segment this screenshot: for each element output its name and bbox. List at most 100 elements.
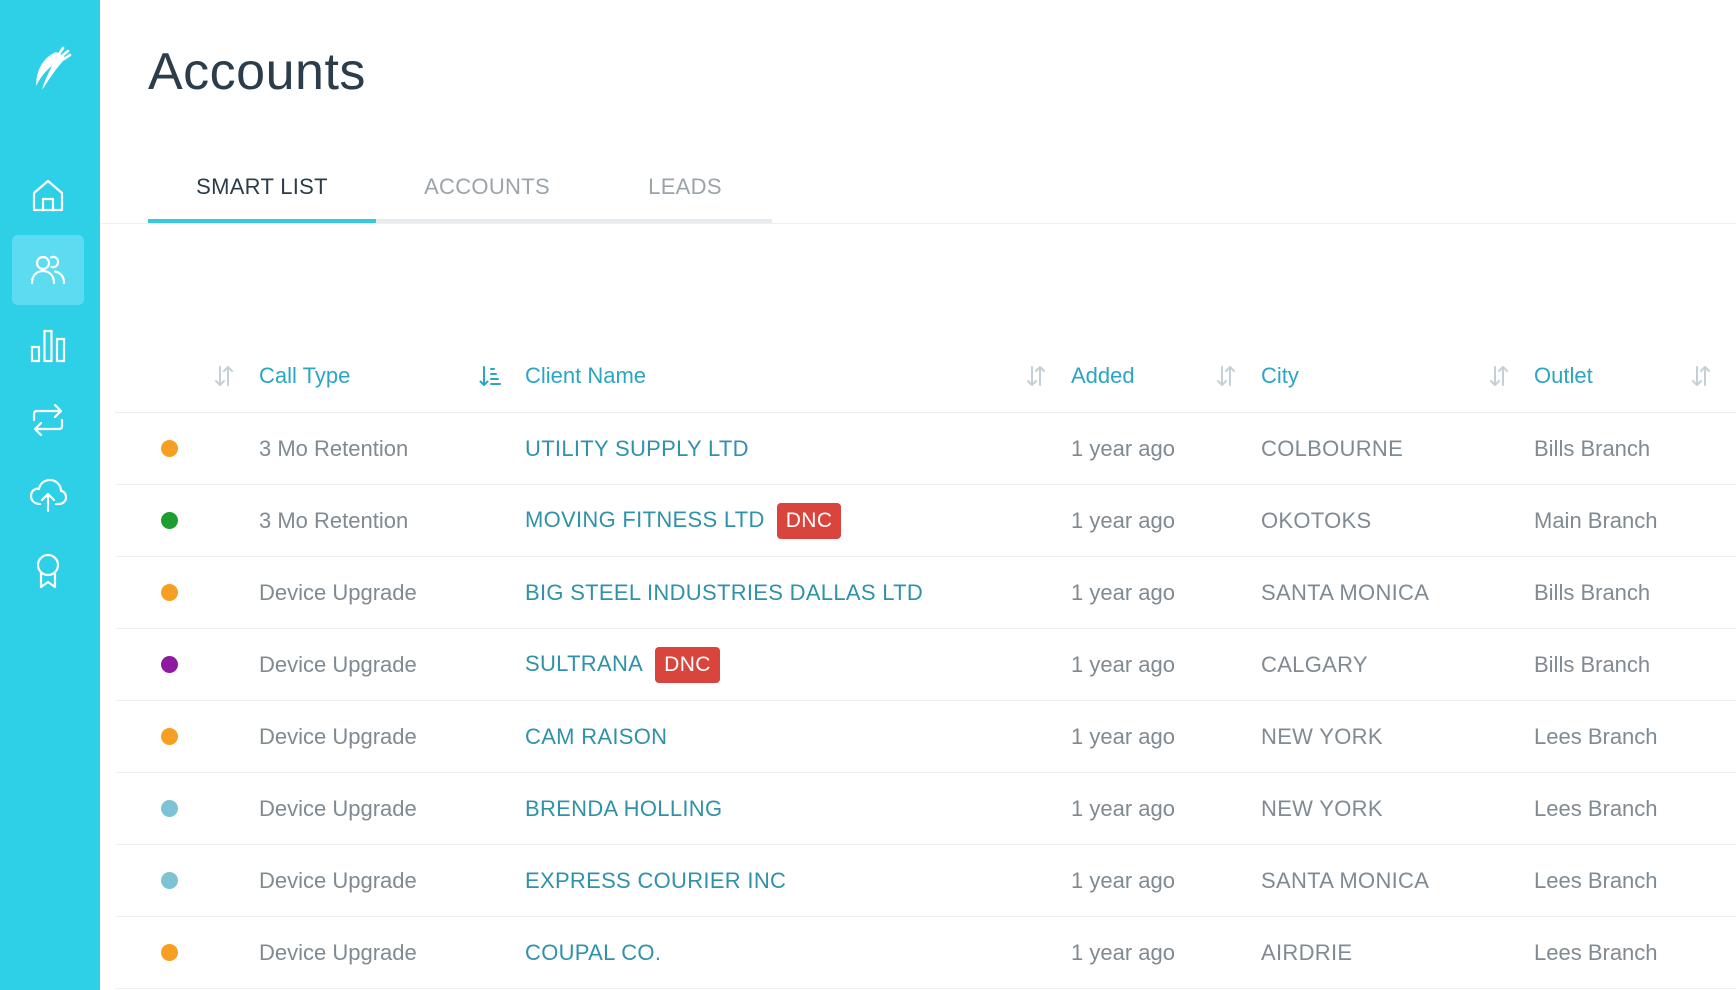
client-name-link[interactable]: BIG STEEL INDUSTRIES DALLAS LTD (525, 580, 923, 605)
client-name-cell: MOVING FITNESS LTD DNC (525, 484, 1071, 557)
sidebar-item-home[interactable] (12, 160, 84, 230)
tab-smart-list[interactable]: SMART LIST (148, 160, 376, 223)
header-call-type-label: Call Type (259, 363, 351, 388)
city-cell: NEW YORK (1261, 700, 1534, 773)
sort-icon[interactable] (1690, 364, 1712, 388)
tab-accounts[interactable]: ACCOUNTS (376, 160, 598, 223)
dnc-badge: DNC (776, 502, 842, 539)
status-cell (115, 484, 259, 557)
added-cell: 1 year ago (1071, 628, 1261, 701)
table-header-row: Call Type Client Name Added City Outlet (115, 340, 1736, 413)
client-name-cell: BIG STEEL INDUSTRIES DALLAS LTD (525, 556, 1071, 629)
client-name-link[interactable]: UTILITY SUPPLY LTD (525, 436, 749, 461)
status-cell (115, 916, 259, 989)
header-outlet[interactable]: Outlet (1534, 340, 1736, 413)
table-row[interactable]: 3 Mo Retention MOVING FITNESS LTD DNC 1 yea… (115, 484, 1736, 557)
outlet-cell: Lees Branch (1534, 844, 1736, 917)
status-dot (161, 872, 178, 889)
client-name-link[interactable]: SULTRANA (525, 650, 643, 675)
cloud-upload-icon (29, 478, 68, 513)
status-cell (115, 700, 259, 773)
sidebar-item-accounts[interactable] (12, 235, 84, 305)
sort-icon[interactable] (1215, 364, 1237, 388)
tab-bar: SMART LIST ACCOUNTS LEADS (148, 160, 772, 223)
call-type-cell: Device Upgrade (259, 700, 525, 773)
header-status (115, 340, 259, 413)
bar-chart-icon (30, 329, 66, 363)
client-name-cell: SULTRANA DNC (525, 628, 1071, 701)
client-name-link[interactable]: BRENDA HOLLING (525, 796, 722, 821)
added-cell: 1 year ago (1071, 412, 1261, 485)
feather-logo-icon[interactable] (26, 44, 74, 96)
call-type-cell: Device Upgrade (259, 772, 525, 845)
added-cell: 1 year ago (1071, 556, 1261, 629)
sort-icon[interactable] (1488, 364, 1510, 388)
table-row[interactable]: 3 Mo Retention UTILITY SUPPLY LTD 1 year a… (115, 412, 1736, 485)
sort-icon[interactable] (213, 364, 235, 388)
sidebar-item-reports[interactable] (12, 310, 84, 380)
client-name-link[interactable]: MOVING FITNESS LTD (525, 506, 765, 531)
status-dot (161, 944, 178, 961)
outlet-cell: Main Branch (1534, 484, 1736, 557)
call-type-cell: Device Upgrade (259, 844, 525, 917)
sort-descending-icon[interactable] (479, 364, 501, 388)
award-icon (36, 553, 60, 589)
client-name-link[interactable]: COUPAL CO. (525, 940, 661, 965)
table-row[interactable]: Device Upgrade CAM RAISON 1 year ago NEW YO… (115, 700, 1736, 773)
city-cell: CALGARY (1261, 628, 1534, 701)
table-row[interactable]: Device Upgrade COUPAL CO. 1 year ago AIRDRI… (115, 916, 1736, 989)
city-cell: AIRDRIE (1261, 916, 1534, 989)
city-cell: NEW YORK (1261, 772, 1534, 845)
status-dot (161, 800, 178, 817)
header-city[interactable]: City (1261, 340, 1534, 413)
added-cell: 1 year ago (1071, 916, 1261, 989)
sort-icon[interactable] (1025, 364, 1047, 388)
outlet-cell: Lees Branch (1534, 700, 1736, 773)
main-content: Accounts SMART LIST ACCOUNTS LEADS Call … (100, 0, 1736, 990)
added-cell: 1 year ago (1071, 484, 1261, 557)
sidebar-item-sync[interactable] (12, 385, 84, 455)
client-name-cell: COUPAL CO. (525, 916, 1071, 989)
outlet-cell: Bills Branch (1534, 628, 1736, 701)
tab-leads[interactable]: LEADS (598, 160, 772, 223)
sidebar (0, 0, 100, 990)
added-cell: 1 year ago (1071, 772, 1261, 845)
client-name-cell: EXPRESS COURIER INC (525, 844, 1071, 917)
outlet-cell: Lees Branch (1534, 772, 1736, 845)
table-row[interactable]: Device Upgrade BIG STEEL INDUSTRIES DALLA… (115, 556, 1736, 629)
status-dot (161, 584, 178, 601)
table-row[interactable]: Device Upgrade BRENDA HOLLING 1 year ago NE… (115, 772, 1736, 845)
outlet-cell: Bills Branch (1534, 556, 1736, 629)
header-client-name[interactable]: Client Name (525, 340, 1071, 413)
app-root: Accounts SMART LIST ACCOUNTS LEADS Call … (0, 0, 1736, 990)
users-icon (30, 255, 66, 285)
table-body: 3 Mo Retention UTILITY SUPPLY LTD 1 year a… (115, 412, 1736, 989)
sidebar-item-upload[interactable] (12, 460, 84, 530)
call-type-cell: 3 Mo Retention (259, 484, 525, 557)
tab-divider (100, 223, 1736, 224)
outlet-cell: Bills Branch (1534, 412, 1736, 485)
call-type-cell: Device Upgrade (259, 916, 525, 989)
city-cell: SANTA MONICA (1261, 844, 1534, 917)
table-row[interactable]: Device Upgrade EXPRESS COURIER INC 1 year … (115, 844, 1736, 917)
client-name-cell: CAM RAISON (525, 700, 1071, 773)
added-cell: 1 year ago (1071, 844, 1261, 917)
accounts-table: Call Type Client Name Added City Outlet … (115, 340, 1736, 989)
status-cell (115, 844, 259, 917)
call-type-cell: Device Upgrade (259, 628, 525, 701)
client-name-cell: BRENDA HOLLING (525, 772, 1071, 845)
status-dot (161, 440, 178, 457)
table-row[interactable]: Device Upgrade SULTRANA DNC 1 year ago CALGA… (115, 628, 1736, 701)
dnc-badge: DNC (655, 646, 720, 683)
city-cell: SANTA MONICA (1261, 556, 1534, 629)
header-call-type[interactable]: Call Type (259, 340, 525, 413)
home-icon (32, 179, 64, 212)
header-added[interactable]: Added (1071, 340, 1261, 413)
status-dot (161, 728, 178, 745)
client-name-cell: UTILITY SUPPLY LTD (525, 412, 1071, 485)
client-name-link[interactable]: EXPRESS COURIER INC (525, 868, 786, 893)
sidebar-item-awards[interactable] (12, 535, 84, 605)
client-name-link[interactable]: CAM RAISON (525, 724, 667, 749)
header-city-label: City (1261, 363, 1299, 388)
status-dot (161, 512, 178, 529)
